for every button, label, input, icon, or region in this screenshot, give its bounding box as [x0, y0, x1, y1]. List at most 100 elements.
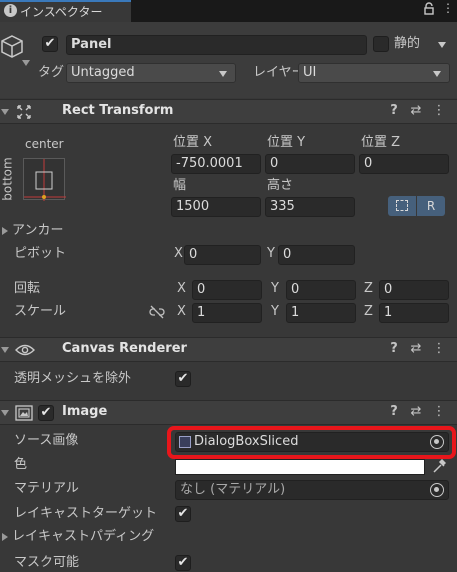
rot-x-field[interactable]: 0	[192, 280, 262, 300]
rot-x-axis: X	[177, 281, 186, 296]
height-field[interactable]: 335	[265, 197, 355, 217]
static-dropdown-arrow[interactable]	[438, 42, 446, 48]
help-icon[interactable]: ?	[386, 103, 402, 118]
component-menu-icon[interactable]: ⋮	[431, 103, 447, 118]
tag-value: Untagged	[71, 65, 135, 80]
color-label: 色	[14, 457, 28, 472]
raw-edit-label: R	[426, 199, 436, 213]
lock-icon[interactable]	[424, 2, 434, 15]
icon-dropdown-arrow[interactable]	[22, 60, 30, 66]
rot-z-axis: Z	[364, 281, 373, 296]
chevron-down-icon	[433, 71, 441, 77]
rotation-label: 回転	[14, 281, 41, 296]
help-icon[interactable]: ?	[386, 341, 402, 356]
blueprint-mode-button[interactable]	[388, 196, 416, 216]
canvas-renderer-header[interactable]: Canvas Renderer ? ⇄ ⋮	[0, 337, 457, 362]
sprite-icon	[179, 436, 191, 448]
material-field[interactable]: なし (マテリアル)	[175, 480, 449, 500]
raycast-target-label: レイキャストターゲット	[14, 506, 158, 521]
tag-dropdown[interactable]: Untagged	[66, 63, 236, 83]
material-label: マテリアル	[14, 481, 79, 496]
layer-label: レイヤー	[253, 65, 305, 80]
chevron-down-icon	[219, 71, 227, 77]
preset-settings-icon[interactable]: ⇄	[408, 103, 424, 118]
eyedropper-icon[interactable]	[432, 458, 447, 478]
scale-label: スケール	[14, 304, 67, 319]
raw-edit-button[interactable]: R	[417, 196, 445, 216]
component-menu-icon[interactable]: ⋮	[431, 404, 447, 419]
image-enabled-checkbox[interactable]: ✔	[38, 405, 54, 421]
dashed-rect-icon	[396, 200, 408, 211]
image-header[interactable]: ✔ Image ? ⇄ ⋮	[0, 400, 457, 425]
tab-bar: i インスペクター ⋮	[0, 0, 457, 22]
raycast-padding-label[interactable]: レイキャストパディング	[12, 528, 154, 546]
height-label: 高さ	[267, 178, 294, 193]
image-title: Image	[62, 404, 108, 419]
scale-y-axis: Y	[271, 304, 279, 319]
component-menu-icon[interactable]: ⋮	[431, 341, 447, 356]
static-checkbox[interactable]	[373, 36, 389, 52]
object-picker-icon[interactable]	[430, 435, 444, 449]
raycast-target-checkbox[interactable]: ✔	[175, 506, 191, 522]
scale-z-field[interactable]: 1	[379, 303, 449, 323]
preset-settings-icon[interactable]: ⇄	[408, 404, 424, 419]
scale-x-field[interactable]: 1	[192, 303, 262, 323]
pos-z-label: 位置 Z	[361, 135, 401, 150]
maskable-label: マスク可能	[14, 555, 80, 570]
eye-icon	[15, 343, 35, 361]
pos-y-label: 位置 Y	[267, 135, 306, 150]
object-header: ✔ Panel 静的 タグ Untagged レイヤー UI	[0, 22, 457, 98]
source-image-label: ソース画像	[14, 433, 79, 448]
pos-z-field[interactable]: 0	[359, 154, 449, 174]
layer-dropdown[interactable]: UI	[298, 63, 450, 83]
anchors-foldout-icon[interactable]	[2, 227, 8, 235]
canvas-renderer-title: Canvas Renderer	[62, 341, 187, 356]
source-image-field[interactable]: DialogBoxSliced	[175, 432, 449, 452]
width-field[interactable]: 1500	[171, 197, 261, 217]
pivot-x-axis: X	[174, 246, 183, 261]
layer-value: UI	[303, 65, 317, 80]
foldout-arrow-icon[interactable]	[1, 347, 9, 353]
pivot-label: ピボット	[14, 246, 67, 261]
material-value: なし (マテリアル)	[180, 482, 286, 497]
rect-transform-header[interactable]: Rect Transform ? ⇄ ⋮	[0, 99, 457, 124]
pos-x-field[interactable]: -750.0001	[171, 154, 261, 174]
foldout-arrow-icon[interactable]	[1, 109, 9, 115]
color-swatch[interactable]	[175, 459, 425, 475]
scale-z-axis: Z	[364, 304, 373, 319]
help-icon[interactable]: ?	[386, 404, 402, 419]
tab-inspector[interactable]: i インスペクター	[0, 0, 131, 22]
pivot-y-axis: Y	[267, 246, 275, 261]
maskable-checkbox[interactable]: ✔	[175, 555, 191, 571]
rect-transform-icon	[16, 104, 32, 124]
more-menu-icon[interactable]: ⋮	[442, 1, 454, 15]
constrain-proportions-link-icon[interactable]	[149, 305, 165, 323]
rot-y-field[interactable]: 0	[286, 280, 356, 300]
width-label: 幅	[173, 178, 187, 193]
info-icon: i	[4, 4, 17, 17]
object-picker-icon[interactable]	[430, 483, 444, 497]
anchor-presets-button[interactable]	[23, 158, 66, 201]
tab-label: インスペクター	[20, 5, 103, 19]
raycast-padding-foldout-icon[interactable]	[2, 533, 8, 541]
scale-y-field[interactable]: 1	[286, 303, 356, 323]
gameobject-cube-icon	[0, 34, 24, 64]
object-name-field[interactable]: Panel	[66, 35, 367, 55]
scale-x-axis: X	[177, 304, 186, 319]
foldout-arrow-icon[interactable]	[1, 410, 9, 416]
pivot-y-field[interactable]: 0	[278, 245, 355, 265]
anchors-label[interactable]: アンカー	[12, 222, 63, 240]
rect-transform-title: Rect Transform	[62, 103, 174, 118]
tag-label: タグ	[38, 65, 65, 80]
pos-y-field[interactable]: 0	[265, 154, 355, 174]
source-image-value: DialogBoxSliced	[194, 434, 299, 449]
cull-transparent-mesh-checkbox[interactable]: ✔	[175, 371, 191, 387]
rot-z-field[interactable]: 0	[379, 280, 449, 300]
preset-settings-icon[interactable]: ⇄	[408, 341, 424, 356]
object-name: Panel	[71, 37, 112, 52]
cull-transparent-mesh-label: 透明メッシュを除外	[14, 371, 132, 386]
anchor-horizontal-label: center	[25, 137, 64, 151]
pos-x-label: 位置 X	[173, 135, 213, 150]
active-checkbox[interactable]: ✔	[42, 36, 58, 52]
pivot-x-field[interactable]: 0	[184, 245, 261, 265]
